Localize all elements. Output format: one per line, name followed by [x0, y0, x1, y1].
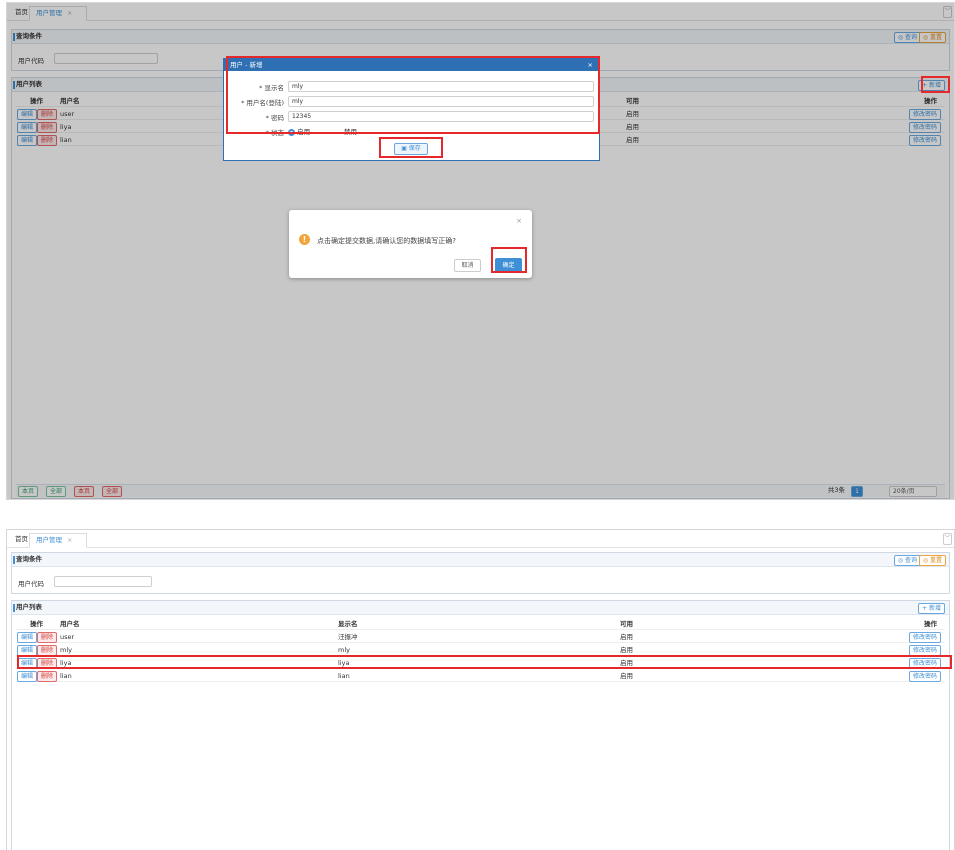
cell-enabled: 启用 [620, 633, 633, 641]
col-op2: 操作 [924, 620, 937, 628]
display-name-input[interactable]: mly [288, 81, 594, 92]
table-row: 编辑 删除 liya liya 启用 修改密码 [16, 657, 945, 669]
status-disabled-radio[interactable]: 禁用 [344, 126, 357, 136]
edit-button[interactable]: 编辑 [17, 658, 38, 669]
table-row: 编辑 删除 user 汪振冲 启用 修改密码 [16, 631, 945, 643]
status-enabled-radio[interactable]: 启用 [288, 126, 310, 136]
user-list-panel: 用户列表 + 新增 操作 用户名 显示名 可用 操作 编辑 删除 user 汪振… [11, 600, 950, 850]
bottom-screenshot: 首页 用户管理 × ﹀ 查询条件 ◎ 查询 ◎ 重置 用户代码 用户列表 + 新增… [6, 529, 955, 850]
col-enabled: 可用 [620, 620, 633, 628]
cell-enabled: 启用 [620, 646, 633, 654]
change-password-button[interactable]: 修改密码 [908, 671, 941, 682]
change-password-button[interactable]: 修改密码 [908, 658, 941, 669]
cell-display: liya [338, 659, 350, 667]
cell-username: mly [60, 646, 72, 654]
chevron-down-icon[interactable]: ﹀ [943, 533, 952, 545]
confirm-message: 点击确定提交数据,请确认您的数据填写正确? [317, 237, 456, 245]
tab-user-management[interactable]: 用户管理 × [29, 533, 87, 548]
warning-icon: ! [299, 234, 310, 245]
query-panel-title: 查询条件 [12, 553, 949, 567]
cell-username: lian [60, 672, 72, 680]
confirm-ok-button[interactable]: 确定 [495, 258, 522, 273]
display-name-label: * 显示名 [259, 84, 284, 92]
cell-username: liya [60, 659, 72, 667]
add-button[interactable]: + 新增 [918, 603, 945, 614]
delete-button[interactable]: 删除 [37, 658, 58, 669]
close-icon[interactable]: × [588, 59, 593, 71]
table-header: 操作 用户名 显示名 可用 操作 [16, 618, 945, 630]
cell-display: 汪振冲 [338, 633, 358, 641]
radio-checked-icon [288, 128, 295, 136]
dialog-header: 用户 - 新增 × [224, 59, 599, 71]
close-icon[interactable]: × [67, 536, 72, 544]
delete-button[interactable]: 删除 [37, 632, 58, 643]
edit-button[interactable]: 编辑 [17, 671, 38, 682]
add-user-dialog: 用户 - 新增 × * 显示名 mly * 用户名(登陆) mly * 密码 1… [223, 58, 600, 161]
delete-button[interactable]: 删除 [37, 671, 58, 682]
delete-button[interactable]: 删除 [37, 645, 58, 656]
reset-button[interactable]: ◎ 重置 [918, 555, 946, 566]
save-button[interactable]: ▣ 保存 [394, 143, 428, 155]
col-op: 操作 [30, 620, 43, 628]
cancel-button[interactable]: 取消 [454, 259, 481, 272]
col-username: 用户名 [60, 620, 80, 628]
username-label: * 用户名(登陆) [241, 99, 284, 107]
cell-enabled: 启用 [620, 672, 633, 680]
table-row: 编辑 删除 mly mly 启用 修改密码 [16, 644, 945, 656]
dialog-title: 用户 - 新增 [230, 61, 263, 69]
user-code-label: 用户代码 [18, 580, 44, 588]
save-label: 保存 [408, 145, 421, 152]
username-input[interactable]: mly [288, 96, 594, 107]
password-input[interactable]: 12345 [288, 111, 594, 122]
password-label: * 密码 [265, 114, 284, 122]
confirm-dialog: × ! 点击确定提交数据,请确认您的数据填写正确? 取消 确定 [289, 210, 532, 278]
edit-button[interactable]: 编辑 [17, 632, 38, 643]
tab-bar: 首页 用户管理 × ﹀ [7, 530, 954, 548]
status-enabled-label: 启用 [297, 128, 311, 136]
edit-button[interactable]: 编辑 [17, 645, 38, 656]
query-panel: 查询条件 ◎ 查询 ◎ 重置 用户代码 [11, 552, 950, 594]
cell-display: mly [338, 646, 350, 654]
save-icon: ▣ [401, 145, 409, 152]
status-label: * 状态 [265, 129, 284, 137]
close-icon[interactable]: × [516, 217, 522, 225]
col-display: 显示名 [338, 620, 358, 628]
cell-enabled: 启用 [620, 659, 633, 667]
query-button[interactable]: ◎ 查询 [893, 555, 921, 566]
user-code-input[interactable] [54, 576, 152, 587]
change-password-button[interactable]: 修改密码 [908, 645, 941, 656]
user-list-title: 用户列表 [12, 601, 949, 615]
top-screenshot: 首页 用户管理 × ﹀ 查询条件 ◎ 查询 ◎ 重置 用户代码 用户列表 + 新增… [6, 2, 955, 500]
change-password-button[interactable]: 修改密码 [908, 632, 941, 643]
cell-username: user [60, 633, 75, 641]
cell-display: lian [338, 672, 350, 680]
table-row: 编辑 删除 lian lian 启用 修改密码 [16, 670, 945, 682]
tab-label: 用户管理 [36, 536, 62, 544]
